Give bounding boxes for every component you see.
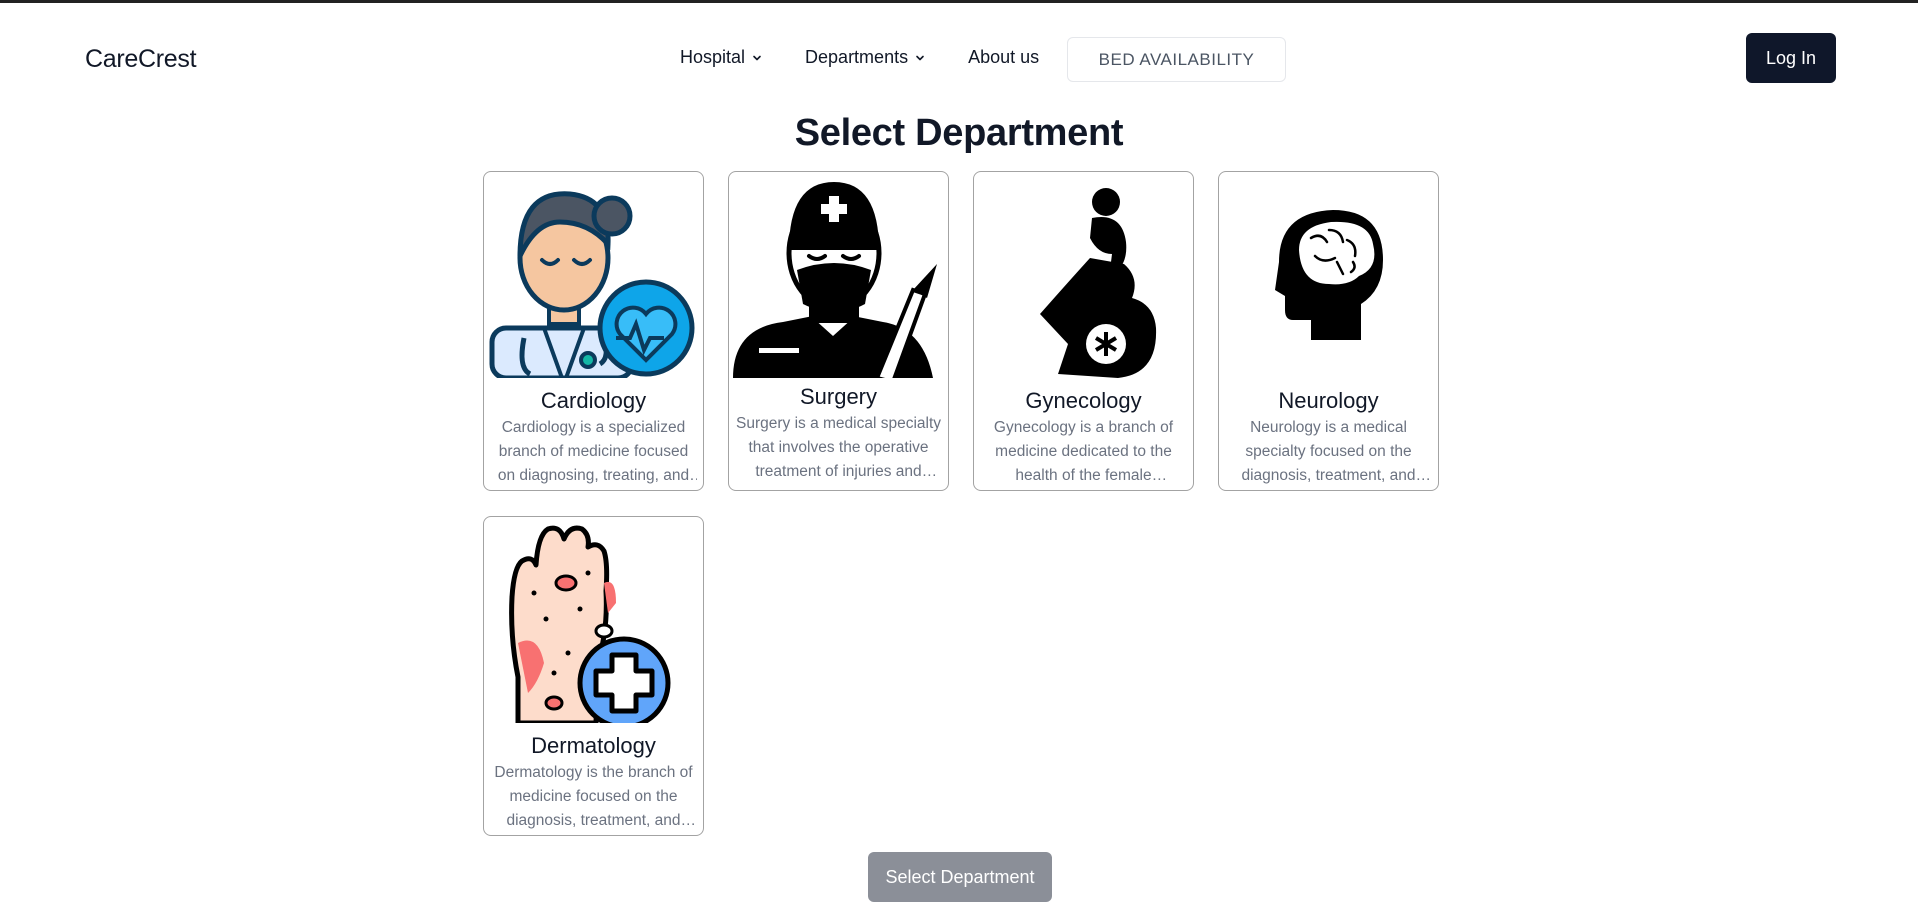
department-name: Surgery xyxy=(799,384,878,409)
brain-head-icon xyxy=(1275,210,1383,340)
department-card-surgery[interactable]: Surgery Surgery is a medical specialty t… xyxy=(728,171,949,491)
main-menu: Hospital Departments About us xyxy=(680,47,1065,68)
department-description: Neurology is a medical specialty focused… xyxy=(1241,419,1416,484)
select-department-button[interactable]: Select Department xyxy=(868,852,1052,902)
cardiologist-doctor-icon xyxy=(489,191,695,378)
department-name: Cardiology xyxy=(540,388,647,413)
navbar: CareCrest Hospital Departments About us … xyxy=(0,3,1918,113)
nav-item-about-us[interactable]: About us xyxy=(968,47,1039,68)
nav-item-label: About us xyxy=(968,47,1040,67)
bed-availability-button[interactable]: BED AVAILABILITY xyxy=(1067,37,1286,82)
chevron-down-icon xyxy=(753,55,761,60)
department-description: Surgery is a medical specialty that invo… xyxy=(735,415,942,480)
department-name: Gynecology xyxy=(1025,388,1142,413)
department-description: Gynecology is a branch of medicine dedic… xyxy=(993,419,1174,484)
department-card-gynecology[interactable]: Gynecology Gynecology is a branch of med… xyxy=(973,171,1194,491)
department-card-neurology[interactable]: Neurology Neurology is a medical special… xyxy=(1218,171,1439,491)
login-button[interactable]: Log In xyxy=(1746,33,1836,83)
nav-item-hospital[interactable]: Hospital xyxy=(680,47,763,68)
surgeon-icon xyxy=(733,182,937,378)
department-description: Dermatology is the branch of medicine fo… xyxy=(494,764,693,829)
pregnant-woman-icon xyxy=(1040,188,1157,378)
nav-item-departments[interactable]: Departments xyxy=(805,47,926,68)
department-name: Dermatology xyxy=(531,733,656,758)
nav-item-label: Departments xyxy=(805,47,909,67)
department-description: Cardiology is a specialized branch of me… xyxy=(497,419,690,484)
nav-item-label: Hospital xyxy=(680,47,746,67)
brand-logo[interactable]: CareCrest xyxy=(85,45,197,74)
department-card-cardiology[interactable]: Cardiology Cardiology is a specialized b… xyxy=(483,171,704,491)
chevron-down-icon xyxy=(916,55,924,60)
skin-hand-icon xyxy=(509,525,671,723)
department-card-dermatology[interactable]: Dermatology Dermatology is the branch of… xyxy=(483,516,704,836)
department-name: Neurology xyxy=(1278,388,1379,413)
page-title: Select Department xyxy=(794,112,1124,154)
